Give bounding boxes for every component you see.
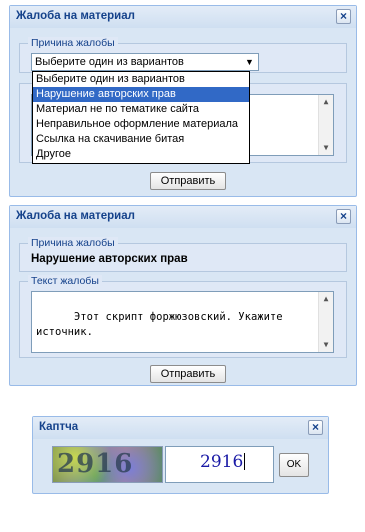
window-title-bar[interactable]: Жалоба на материал × <box>10 206 356 228</box>
text-fieldset: Текст жалобы Этот скрипт форжюзовский. У… <box>19 275 347 358</box>
chevron-down-icon[interactable]: ▼ <box>241 54 258 70</box>
dropdown-option[interactable]: Неправильное оформление материала <box>33 117 249 132</box>
reason-value: Нарушение авторских прав <box>31 253 188 265</box>
submit-button[interactable]: Отправить <box>150 365 226 383</box>
window-title: Жалоба на материал <box>16 210 135 222</box>
complaint-window-1: Жалоба на материал × Причина жалобы Выбе… <box>9 5 357 197</box>
window-title-bar[interactable]: Жалоба на материал × <box>10 6 356 28</box>
reason-legend: Причина жалобы <box>28 237 118 249</box>
text-legend: Текст жалобы <box>28 275 102 287</box>
close-icon: × <box>311 420 319 434</box>
captcha-image-text: 2916 <box>57 449 134 479</box>
complaint-textarea[interactable]: Этот скрипт форжюзовский. Укажите источн… <box>31 291 334 353</box>
reason-fieldset: Причина жалобы Выберите один из варианто… <box>19 37 347 73</box>
dropdown-option[interactable]: Ссылка на скачивание битая <box>33 132 249 147</box>
window-title: Жалоба на материал <box>16 10 135 22</box>
dropdown-option[interactable]: Другое <box>33 147 249 162</box>
captcha-input-value: 2916 <box>200 452 244 472</box>
dropdown-option[interactable]: Выберите один из вариантов <box>33 72 249 87</box>
close-icon: × <box>339 9 347 23</box>
reason-select-value: Выберите один из вариантов <box>35 56 184 68</box>
close-button[interactable]: × <box>308 420 323 435</box>
close-button[interactable]: × <box>336 209 351 224</box>
reason-legend: Причина жалобы <box>28 37 118 49</box>
reason-select[interactable]: Выберите один из вариантов ▼ <box>31 53 259 71</box>
captcha-image: 2916 <box>52 446 163 483</box>
scroll-down-icon[interactable]: ▼ <box>319 141 333 155</box>
text-caret <box>244 453 246 470</box>
complaint-window-2: Жалоба на материал × Причина жалобы Нару… <box>9 205 357 386</box>
textarea-scrollbar[interactable]: ▲ ▼ <box>318 95 333 155</box>
close-button[interactable]: × <box>336 9 351 24</box>
window-title-bar[interactable]: Каптча × <box>33 417 328 439</box>
ok-button[interactable]: OK <box>279 453 309 477</box>
submit-button[interactable]: Отправить <box>150 172 226 190</box>
scroll-down-icon[interactable]: ▼ <box>319 338 333 352</box>
scroll-up-icon[interactable]: ▲ <box>319 95 333 109</box>
close-icon: × <box>339 209 347 223</box>
dropdown-option-highlighted[interactable]: Нарушение авторских прав <box>33 87 249 102</box>
reason-fieldset: Причина жалобы Нарушение авторских прав <box>19 237 347 272</box>
captcha-input[interactable]: 2916 <box>165 446 274 483</box>
window-title: Каптча <box>39 421 79 433</box>
scroll-up-icon[interactable]: ▲ <box>319 292 333 306</box>
captcha-window: Каптча × 2916 2916 OK <box>32 416 329 494</box>
dropdown-option[interactable]: Материал не по тематике сайта <box>33 102 249 117</box>
reason-dropdown-list: Выберите один из вариантов Нарушение авт… <box>32 71 250 164</box>
textarea-scrollbar[interactable]: ▲ ▼ <box>318 292 333 352</box>
complaint-text: Этот скрипт форжюзовский. Укажите источн… <box>36 311 289 338</box>
